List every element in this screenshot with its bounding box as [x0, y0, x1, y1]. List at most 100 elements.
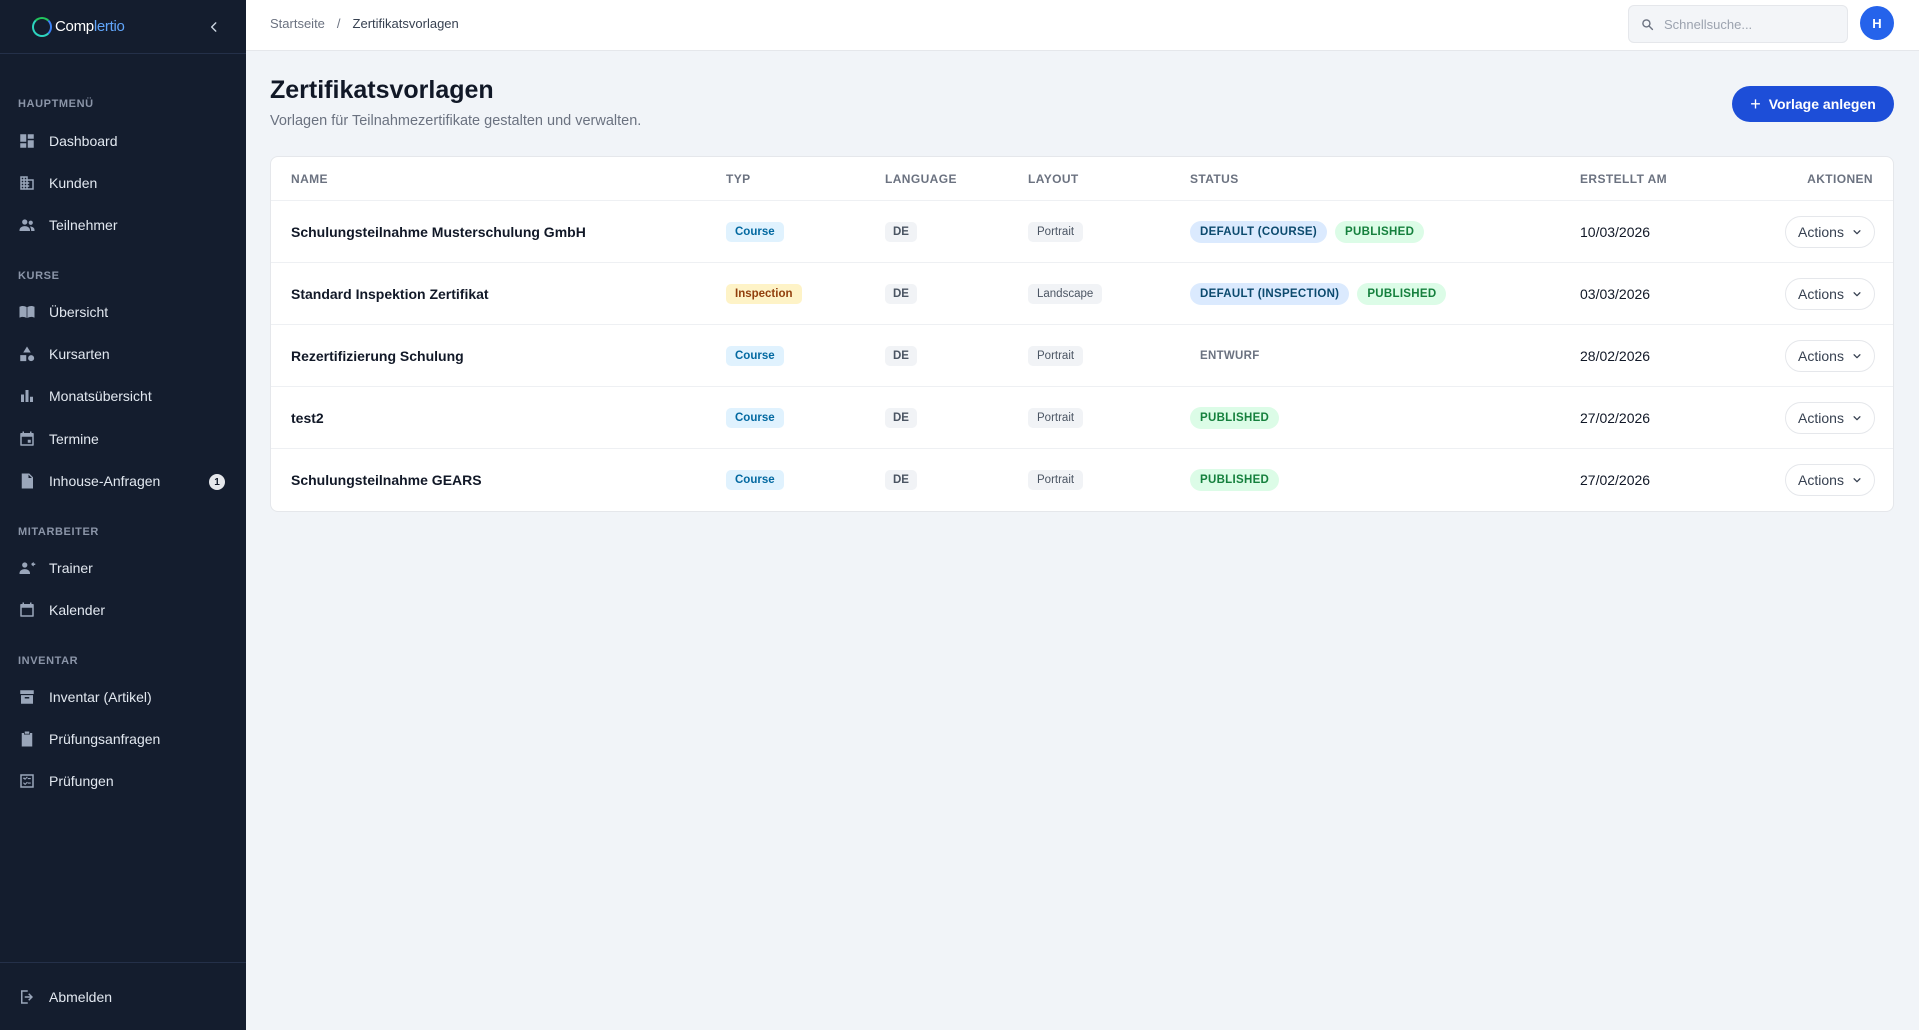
sidebar-item-label: Kalender	[49, 602, 106, 618]
document-icon	[18, 472, 36, 490]
table-row[interactable]: Schulungsteilnahme GEARS Course DE Portr…	[271, 448, 1893, 510]
status-badge-draft: ENTWURF	[1200, 350, 1260, 362]
calendar-event-icon	[18, 430, 36, 448]
calendar-icon	[18, 601, 36, 619]
type-badge: Course	[726, 408, 784, 428]
layout-badge: Portrait	[1028, 346, 1084, 366]
plus-icon: +	[1750, 94, 1761, 114]
logo-icon	[32, 16, 52, 37]
created-date: 28/02/2026	[1580, 348, 1651, 364]
template-name: Standard Inspektion Zertifikat	[291, 286, 489, 302]
search-input[interactable]	[1664, 16, 1834, 32]
chevron-down-icon	[1853, 292, 1861, 297]
notification-badge: 1	[209, 474, 225, 490]
status-badge-default: DEFAULT (INSPECTION)	[1190, 283, 1350, 305]
sidebar-item-inventar[interactable]: Inventar (Artikel)	[18, 682, 233, 712]
templates-table: NAME TYP LANGUAGE LAYOUT STATUS ERSTELLT…	[270, 156, 1894, 512]
sidebar-item-label: Prüfungsanfragen	[49, 731, 161, 747]
breadcrumb-home-link[interactable]: Startseite	[270, 16, 325, 31]
sidebar-item-kursarten[interactable]: Kursarten	[18, 339, 233, 369]
created-date: 03/03/2026	[1580, 286, 1651, 302]
shapes-icon	[18, 345, 36, 363]
column-header-name: NAME	[291, 172, 328, 186]
building-icon	[18, 174, 36, 192]
sidebar-item-dashboard[interactable]: Dashboard	[18, 126, 233, 156]
actions-dropdown-button[interactable]: Actions	[1785, 340, 1875, 372]
actions-dropdown-button[interactable]: Actions	[1785, 402, 1875, 434]
breadcrumb-current: Zertifikatsvorlagen	[352, 16, 459, 31]
checklist-icon	[18, 772, 36, 790]
archive-icon	[18, 688, 36, 706]
section-label-kurse: KURSE	[18, 270, 60, 282]
template-name: Schulungsteilnahme Musterschulung GmbH	[291, 224, 586, 240]
sidebar-item-monatsuebersicht[interactable]: Monatsübersicht	[18, 381, 233, 411]
status-badge-published: PUBLISHED	[1190, 407, 1280, 429]
logo-text: Complertio	[55, 18, 125, 35]
actions-dropdown-button[interactable]: Actions	[1785, 464, 1875, 496]
chevron-down-icon	[1853, 354, 1861, 359]
type-badge: Inspection	[726, 284, 802, 304]
template-name: Schulungsteilnahme GEARS	[291, 472, 482, 488]
chevron-left-icon	[210, 22, 217, 32]
status-badge-published: PUBLISHED	[1357, 283, 1447, 305]
sidebar-item-teilnehmer[interactable]: Teilnehmer	[18, 210, 233, 240]
actions-dropdown-button[interactable]: Actions	[1785, 216, 1875, 248]
column-header-status: STATUS	[1190, 172, 1239, 186]
search-icon	[1642, 18, 1654, 30]
dashboard-icon	[18, 132, 36, 150]
logout-icon	[18, 988, 36, 1006]
page-subtitle: Vorlagen für Teilnahmezertifikate gestal…	[270, 113, 642, 129]
sidebar-item-label: Inventar (Artikel)	[49, 689, 152, 705]
layout-badge: Landscape	[1028, 284, 1103, 304]
layout-badge: Portrait	[1028, 408, 1084, 428]
sidebar-item-kunden[interactable]: Kunden	[18, 168, 233, 198]
sidebar-item-label: Prüfungen	[49, 773, 114, 789]
language-badge: DE	[885, 408, 917, 428]
logo[interactable]: Complertio	[0, 0, 246, 54]
actions-label: Actions	[1798, 348, 1844, 364]
type-badge: Course	[726, 470, 784, 490]
sidebar-item-label: Kunden	[49, 175, 98, 191]
sidebar-item-pruefungen[interactable]: Prüfungen	[18, 766, 233, 796]
sidebar-item-termine[interactable]: Termine	[18, 424, 233, 454]
actions-label: Actions	[1798, 472, 1844, 488]
actions-dropdown-button[interactable]: Actions	[1785, 278, 1875, 310]
collapse-sidebar-button[interactable]	[204, 17, 224, 37]
sidebar: Complertio HAUPTMENÜ Dashboard Kunden Te…	[0, 0, 246, 1030]
actions-label: Actions	[1798, 286, 1844, 302]
user-avatar[interactable]: H	[1860, 6, 1894, 40]
column-header-layout: LAYOUT	[1028, 172, 1079, 186]
book-icon	[18, 303, 36, 321]
sidebar-item-label: Monatsübersicht	[49, 388, 152, 404]
type-badge: Course	[726, 222, 784, 242]
sidebar-item-trainer[interactable]: Trainer	[18, 553, 233, 583]
page-title: Zertifikatsvorlagen	[270, 76, 494, 104]
sidebar-item-label: Teilnehmer	[49, 217, 118, 233]
chevron-down-icon	[1853, 478, 1861, 483]
create-template-label: Vorlage anlegen	[1768, 96, 1876, 112]
search-box[interactable]	[1628, 5, 1848, 43]
create-template-button[interactable]: + Vorlage anlegen	[1732, 86, 1894, 122]
sidebar-item-uebersicht[interactable]: Übersicht	[18, 297, 233, 327]
layout-badge: Portrait	[1028, 470, 1084, 490]
status-badge-published: PUBLISHED	[1335, 221, 1425, 243]
table-row[interactable]: Rezertifizierung Schulung Course DE Port…	[271, 324, 1893, 386]
language-badge: DE	[885, 222, 917, 242]
trainer-icon	[18, 559, 36, 577]
language-badge: DE	[885, 470, 917, 490]
table-row[interactable]: test2 Course DE Portrait PUBLISHED 27/02…	[271, 386, 1893, 448]
sidebar-item-pruefungsanfragen[interactable]: Prüfungsanfragen	[18, 724, 233, 754]
actions-label: Actions	[1798, 410, 1844, 426]
chevron-down-icon	[1853, 230, 1861, 235]
sidebar-item-label: Termine	[49, 431, 99, 447]
status-badge-published: PUBLISHED	[1190, 469, 1280, 491]
sidebar-item-inhouse-anfragen[interactable]: Inhouse-Anfragen 1	[18, 466, 233, 496]
logout-button[interactable]: Abmelden	[18, 982, 233, 1012]
type-badge: Course	[726, 346, 784, 366]
sidebar-item-kalender[interactable]: Kalender	[18, 595, 233, 625]
template-name: test2	[291, 410, 324, 426]
table-row[interactable]: Schulungsteilnahme Musterschulung GmbH C…	[271, 200, 1893, 262]
clipboard-icon	[18, 730, 36, 748]
table-row[interactable]: Standard Inspektion Zertifikat Inspectio…	[271, 262, 1893, 324]
status-badge-default: DEFAULT (COURSE)	[1190, 221, 1328, 243]
